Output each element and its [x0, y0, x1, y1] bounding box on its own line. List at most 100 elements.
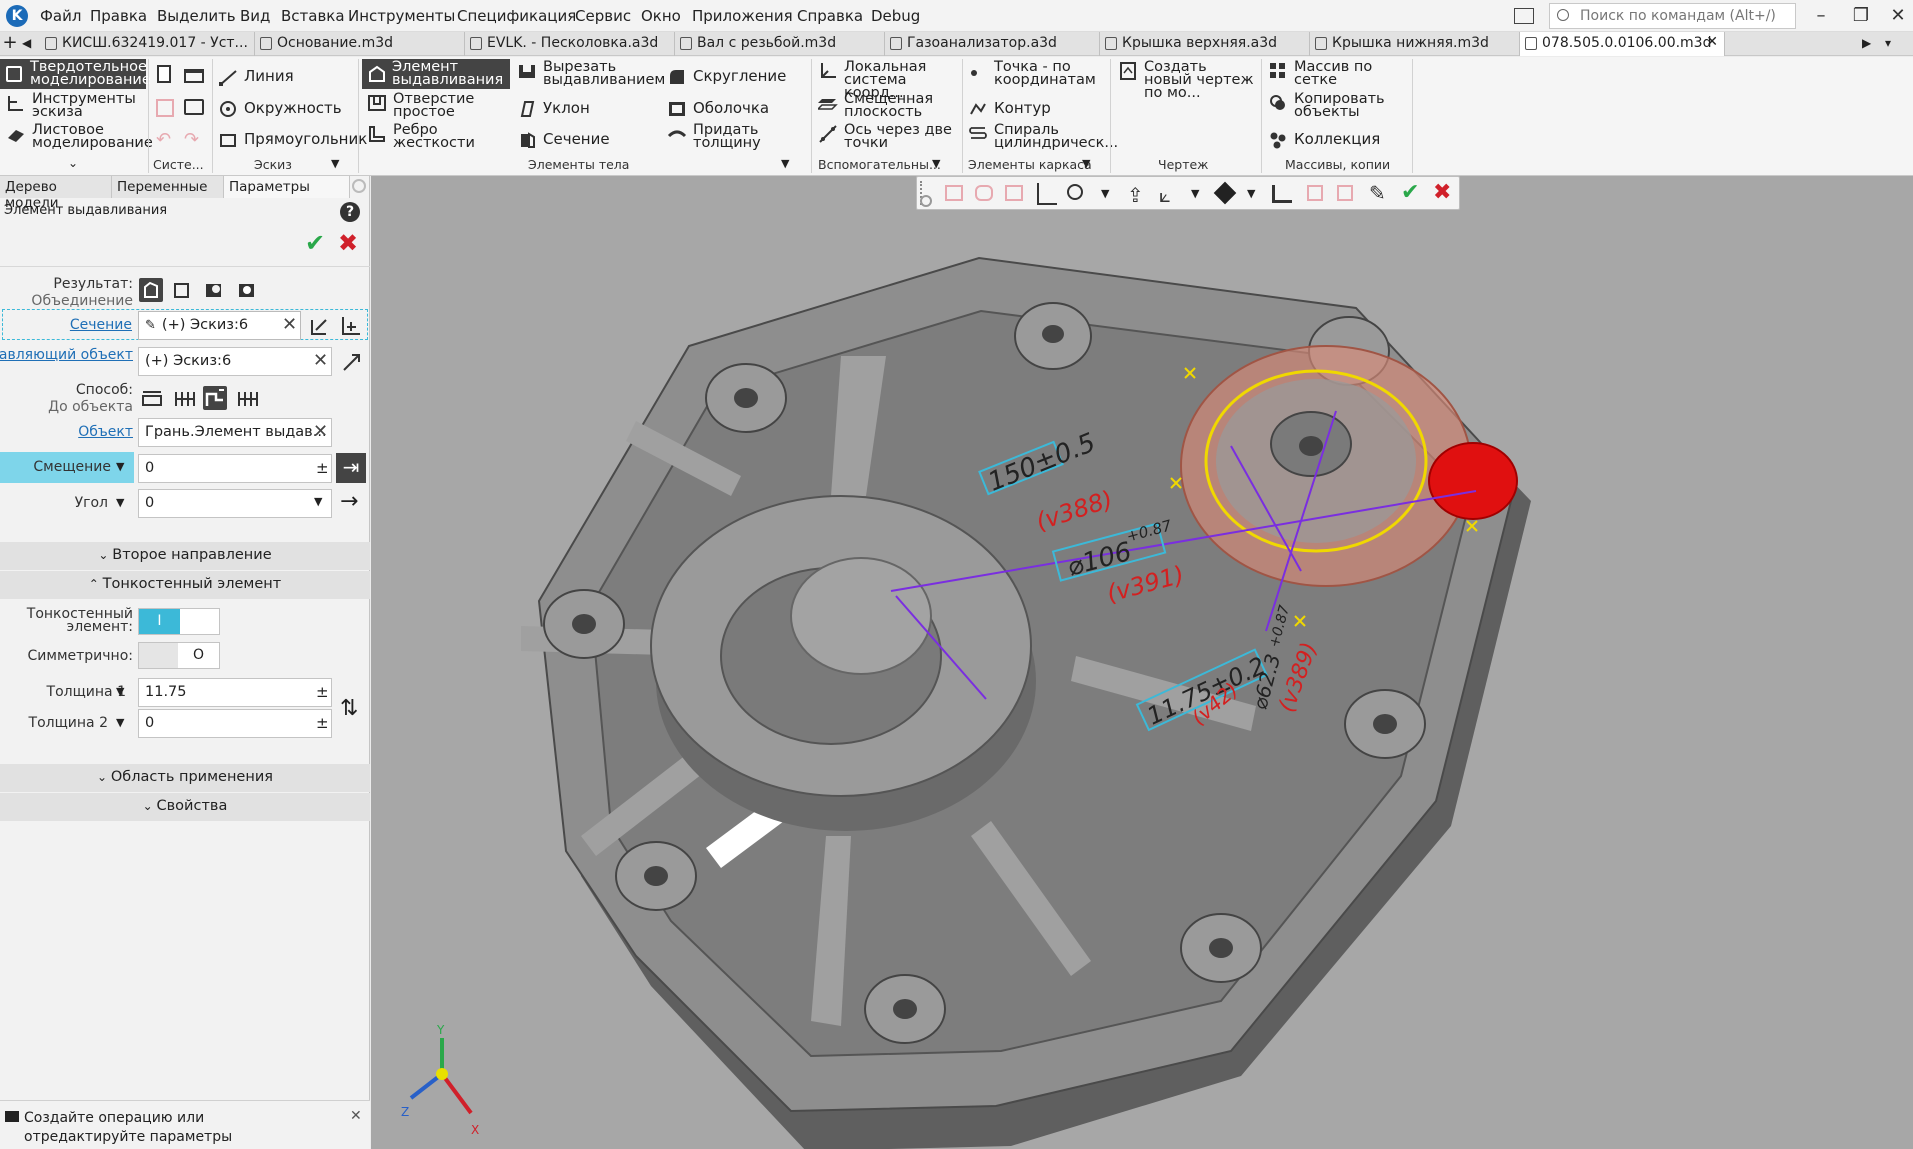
method-to-surface-icon[interactable] — [236, 386, 260, 410]
result-subtract-icon[interactable] — [202, 278, 226, 302]
close-status-icon[interactable]: ✕ — [350, 1108, 362, 1124]
command-search-input[interactable]: Поиск по командам (Alt+/) — [1549, 3, 1796, 29]
simple-hole-button[interactable]: Отверстие простое — [367, 92, 507, 119]
print-icon[interactable] — [184, 99, 204, 115]
tab-parameters[interactable]: Параметры — [224, 176, 350, 198]
local-cs-button[interactable]: Локальная система коорд... — [818, 60, 963, 100]
offset-input[interactable]: 0 — [138, 454, 332, 483]
confirm-check-icon[interactable]: ✔ — [305, 231, 325, 255]
collection-button[interactable]: Коллекция — [1268, 130, 1408, 152]
app-logo-icon[interactable]: K — [6, 5, 28, 27]
zoom-icon[interactable] — [1067, 184, 1083, 200]
draft-button[interactable]: Уклон — [517, 99, 657, 121]
minimize-button[interactable]: – — [1808, 5, 1834, 27]
line-button[interactable]: Линия — [218, 67, 358, 89]
menu-specification[interactable]: Спецификация — [457, 7, 576, 25]
angle-dropdown-icon[interactable]: ▼ — [116, 496, 124, 509]
axis-two-points-button[interactable]: Ось через две точки — [818, 123, 963, 150]
tab-document[interactable]: Вал с резьбой.m3d — [675, 32, 885, 56]
new-document-icon[interactable] — [157, 65, 171, 83]
mode-solid-modeling-button[interactable]: Твердотельное моделирование — [0, 59, 151, 89]
tab-variables[interactable]: Переменные — [112, 176, 224, 198]
contour-button[interactable]: Контур — [968, 99, 1108, 121]
mode-sketch-tools-button[interactable]: Инструменты эскиза — [6, 92, 146, 119]
tabs-scroll-right-button[interactable]: ▶ — [1862, 36, 1871, 50]
edit-sketch-icon[interactable] — [308, 314, 332, 338]
offset-dropdown-icon[interactable]: ▼ — [116, 460, 124, 473]
object-field[interactable]: Грань.Элемент выдав... — [138, 418, 332, 447]
display-style-icon[interactable] — [1213, 181, 1237, 205]
plus-minus-icon[interactable]: ± — [316, 683, 329, 701]
clear-object-icon[interactable]: ✕ — [313, 421, 328, 442]
rib-button[interactable]: Ребро жесткости — [367, 123, 507, 150]
close-window-button[interactable]: ✕ — [1885, 5, 1911, 27]
menu-insert[interactable]: Вставка — [281, 7, 345, 25]
thickness2-dropdown-icon[interactable]: ▼ — [116, 716, 124, 729]
restore-button[interactable]: ❐ — [1848, 5, 1874, 27]
menu-file[interactable]: Файл — [40, 7, 81, 25]
circle-button[interactable]: Окружность — [218, 99, 358, 121]
menu-window[interactable]: Окно — [641, 7, 681, 25]
arrow-right-icon[interactable]: → — [340, 489, 358, 514]
angle-select-dropdown-icon[interactable]: ▼ — [314, 495, 322, 508]
clear-section-icon[interactable]: ✕ — [282, 314, 297, 335]
cylindrical-spiral-button[interactable]: Спираль цилиндрическ... — [968, 123, 1118, 150]
thickness1-dropdown-icon[interactable]: ▼ — [116, 685, 124, 698]
tab-document[interactable]: Основание.m3d — [255, 32, 465, 56]
toolbar-settings-icon[interactable] — [920, 195, 932, 207]
tab-document[interactable]: КИСШ.632419.017 - Уст... — [40, 32, 255, 56]
new-tab-button[interactable]: + — [2, 32, 18, 54]
snap-link-icon[interactable] — [975, 185, 993, 201]
tab-document[interactable]: Газоанализатор.a3d — [885, 32, 1100, 56]
axes-dropdown-icon[interactable]: ▼ — [1191, 187, 1199, 200]
result-new-body-icon[interactable] — [169, 278, 193, 302]
undo-icon[interactable]: ↶ — [156, 129, 171, 150]
guide-object-link[interactable]: Направляющий объект — [0, 348, 133, 362]
section-button[interactable]: Сечение — [517, 130, 657, 152]
plus-minus-icon[interactable]: ± — [316, 459, 329, 477]
tab-document-active[interactable]: 078.505.0.0106.00.m3d ✕ — [1520, 32, 1725, 56]
extrusion-button[interactable]: Элемент выдавливания — [362, 59, 510, 89]
cancel-cross-icon[interactable]: ✖ — [338, 231, 358, 255]
menu-select[interactable]: Выделить — [157, 7, 236, 25]
tab-document[interactable]: Крышка верхняя.a3d — [1100, 32, 1310, 56]
3d-viewport[interactable]: 150±0.5 (v388) ⌀106 +0.87 (v391) 11.75±0… — [371, 176, 1913, 1149]
tab-model-tree[interactable]: Дерево модели — [0, 176, 112, 211]
menu-help[interactable]: Справка — [797, 7, 863, 25]
result-union-icon[interactable] — [139, 278, 163, 302]
angle-input[interactable]: 0 — [138, 489, 332, 518]
second-direction-section[interactable]: ⌄ Второе направление — [0, 542, 370, 570]
method-distance-icon[interactable] — [140, 386, 164, 410]
zoom-dropdown-icon[interactable]: ▼ — [1101, 187, 1109, 200]
tabs-scroll-left-button[interactable]: ◀ — [22, 36, 31, 50]
close-tab-icon[interactable]: ✕ — [1706, 34, 1718, 50]
group-expand-icon[interactable]: ▼ — [781, 157, 789, 170]
thickness1-input[interactable]: 11.75 — [138, 678, 332, 707]
section-link[interactable]: Сечение — [70, 318, 132, 332]
grid-array-button[interactable]: Массив по сетке — [1268, 60, 1408, 87]
eyedropper-icon[interactable]: ✎ — [1369, 181, 1386, 205]
rectangle-button[interactable]: Прямоугольник — [218, 130, 367, 152]
group-expand-icon[interactable]: ▼ — [331, 157, 339, 170]
save-icon[interactable] — [156, 99, 174, 117]
menu-view[interactable]: Вид — [240, 7, 270, 25]
show-icon[interactable] — [1337, 185, 1353, 201]
group-expand-icon[interactable]: ▼ — [932, 157, 940, 170]
method-through-all-icon[interactable] — [173, 386, 197, 410]
plus-minus-icon[interactable]: ± — [316, 714, 329, 732]
symmetric-toggle[interactable]: O — [138, 642, 220, 669]
panel-layout-icon[interactable] — [1514, 8, 1534, 24]
fillet-button[interactable]: Скругление — [667, 67, 807, 89]
thin-wall-toggle[interactable]: I — [138, 608, 220, 635]
confirm-check-icon[interactable]: ✔ — [1401, 180, 1419, 205]
redo-icon[interactable]: ↷ — [184, 129, 199, 150]
thin-wall-section[interactable]: ⌃ Тонкостенный элемент — [0, 571, 370, 599]
menu-tools[interactable]: Инструменты — [348, 7, 455, 25]
snap-layers-icon[interactable] — [1005, 185, 1023, 201]
tabs-menu-button[interactable]: ▾ — [1885, 36, 1891, 50]
method-to-object-icon[interactable] — [203, 386, 227, 410]
guide-object-field[interactable]: (+) Эскиз:6 — [138, 347, 332, 376]
open-folder-icon[interactable] — [184, 69, 204, 83]
section-view-icon[interactable] — [1272, 185, 1292, 203]
clear-guide-icon[interactable]: ✕ — [313, 350, 328, 371]
